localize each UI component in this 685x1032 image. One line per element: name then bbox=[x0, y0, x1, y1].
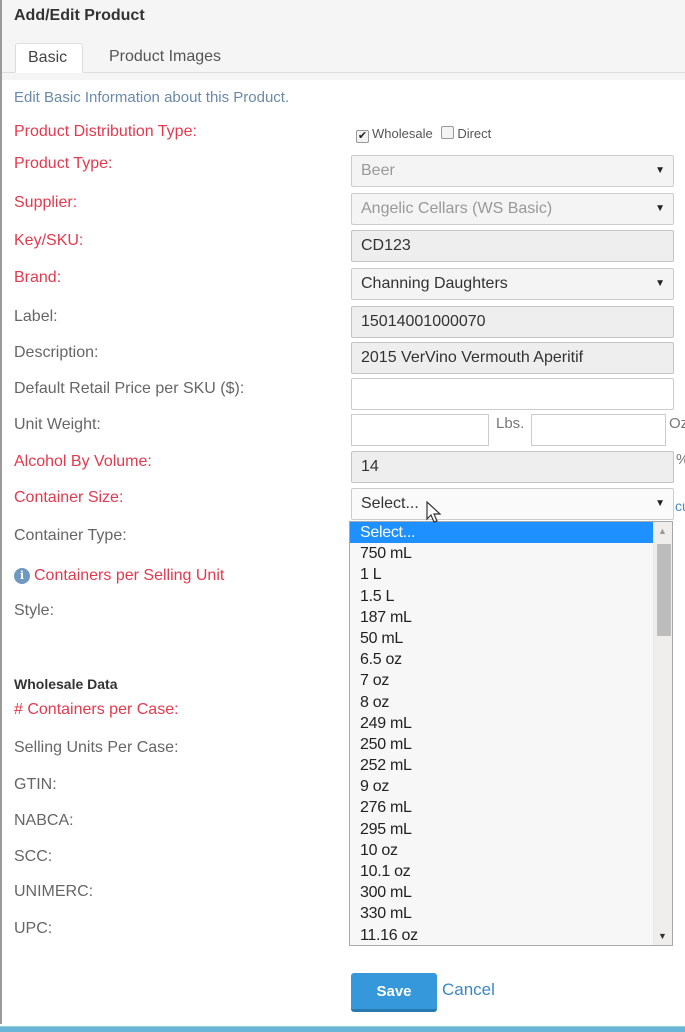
chevron-down-icon: ▼ bbox=[655, 165, 665, 176]
weight-oz-input[interactable] bbox=[531, 414, 666, 446]
footer-bar bbox=[0, 1026, 685, 1032]
chevron-down-icon: ▼ bbox=[655, 203, 665, 214]
container-size-option[interactable]: 187 mL bbox=[350, 607, 654, 628]
label-unit-weight: Unit Weight: bbox=[14, 416, 101, 433]
container-size-options: Select... 750 mL 1 L 1.5 L 187 mL 50 mL 6.5 oz… bbox=[350, 522, 654, 945]
label-product-type: Product Type: bbox=[14, 155, 113, 172]
label-distribution-type: Product Distribution Type: bbox=[14, 123, 197, 140]
container-size-option[interactable]: Select... bbox=[350, 522, 654, 544]
container-size-value: Select... bbox=[361, 495, 419, 512]
abv-input[interactable]: 14 bbox=[351, 451, 674, 483]
product-dialog: Add/Edit Product Basic Product Images Ed… bbox=[0, 0, 685, 1024]
container-size-select[interactable]: Select... ▼ bbox=[351, 488, 674, 520]
brand-select[interactable]: Channing Daughters ▼ bbox=[351, 268, 674, 300]
chevron-down-icon: ▼ bbox=[655, 278, 665, 289]
container-size-option[interactable]: 6.5 oz bbox=[350, 649, 654, 670]
tab-basic[interactable]: Basic bbox=[15, 43, 83, 73]
container-size-dropdown[interactable]: Select... 750 mL 1 L 1.5 L 187 mL 50 mL 6.5 oz… bbox=[349, 521, 673, 946]
label-sku: Key/SKU: bbox=[14, 232, 84, 249]
container-size-option[interactable]: 8 oz bbox=[350, 692, 654, 713]
container-size-option[interactable]: 295 mL bbox=[350, 819, 654, 840]
label-container-size: Container Size: bbox=[14, 489, 124, 506]
product-type-value: Beer bbox=[361, 162, 395, 179]
label-container-type: Container Type: bbox=[14, 527, 127, 544]
container-size-option[interactable]: 330 mL bbox=[350, 903, 654, 924]
container-size-option[interactable]: 7 oz bbox=[350, 670, 654, 691]
label-unimerc: UNIMERC: bbox=[14, 883, 94, 900]
cancel-link[interactable]: Cancel bbox=[442, 980, 495, 1000]
label-supplier: Supplier: bbox=[14, 194, 78, 211]
label-upc: UPC: bbox=[14, 920, 53, 937]
save-button[interactable]: Save bbox=[351, 973, 437, 1012]
brand-value: Channing Daughters bbox=[361, 275, 508, 292]
wholesale-checkbox[interactable]: ✔ bbox=[356, 130, 369, 143]
label-containers-per-unit: i Containers per Selling Unit bbox=[14, 567, 224, 585]
lbs-unit: Lbs. bbox=[496, 415, 525, 432]
container-size-option[interactable]: 276 mL bbox=[350, 797, 654, 818]
label-retail-price: Default Retail Price per SKU ($): bbox=[14, 380, 245, 397]
supplier-value: Angelic Cellars (WS Basic) bbox=[361, 200, 553, 217]
container-size-option[interactable]: 50 mL bbox=[350, 628, 654, 649]
label-label: Label: bbox=[14, 308, 58, 325]
label-input[interactable]: 15014001000070 bbox=[351, 306, 674, 338]
container-size-option[interactable]: 252 mL bbox=[350, 755, 654, 776]
tab-product-images[interactable]: Product Images bbox=[97, 43, 233, 73]
wholesale-label: Wholesale bbox=[372, 126, 433, 141]
intro-text: Edit Basic Information about this Produc… bbox=[14, 89, 290, 106]
label-style: Style: bbox=[14, 602, 55, 619]
label-scc: SCC: bbox=[14, 848, 53, 865]
container-size-option[interactable]: 1.5 L bbox=[350, 586, 654, 607]
label-gtin: GTIN: bbox=[14, 776, 57, 793]
container-size-option[interactable]: 9 oz bbox=[350, 776, 654, 797]
label-abv: Alcohol By Volume: bbox=[14, 453, 152, 470]
info-icon[interactable]: i bbox=[14, 568, 30, 584]
container-size-option[interactable]: 11.16 oz bbox=[350, 925, 654, 945]
oz-unit: Oz bbox=[669, 415, 685, 432]
percent-unit: % bbox=[676, 451, 685, 468]
direct-label: Direct bbox=[457, 126, 492, 141]
dropdown-scrollbar[interactable]: ▲ ▼ bbox=[653, 522, 672, 945]
label-nabca: NABCA: bbox=[14, 812, 74, 829]
sku-input[interactable]: CD123 bbox=[351, 230, 674, 262]
scrollbar-thumb[interactable] bbox=[657, 544, 671, 636]
weight-lbs-input[interactable] bbox=[351, 414, 489, 446]
label-description: Description: bbox=[14, 344, 99, 361]
chevron-down-icon: ▼ bbox=[655, 498, 665, 509]
container-size-option[interactable]: 249 mL bbox=[350, 713, 654, 734]
container-size-option[interactable]: 300 mL bbox=[350, 882, 654, 903]
product-type-select[interactable]: Beer ▼ bbox=[351, 155, 674, 187]
container-size-option[interactable]: 10.1 oz bbox=[350, 861, 654, 882]
scroll-up-icon[interactable]: ▲ bbox=[658, 526, 667, 536]
scroll-down-icon[interactable]: ▼ bbox=[658, 931, 667, 941]
label-selling-units-per-case: Selling Units Per Case: bbox=[14, 739, 179, 756]
container-size-option[interactable]: 1 L bbox=[350, 564, 654, 585]
distribution-type-group: ✔ Wholesale Direct bbox=[356, 126, 491, 143]
dialog-header: Add/Edit Product Basic Product Images bbox=[2, 0, 685, 80]
description-input[interactable]: 2015 VerVino Vermouth Aperitif bbox=[351, 342, 674, 374]
supplier-select[interactable]: Angelic Cellars (WS Basic) ▼ bbox=[351, 193, 674, 225]
label-brand: Brand: bbox=[14, 269, 62, 286]
section-wholesale-data: Wholesale Data bbox=[14, 676, 118, 692]
container-size-option[interactable]: 750 mL bbox=[350, 543, 654, 564]
mouse-cursor-icon bbox=[426, 501, 442, 523]
container-size-option[interactable]: 10 oz bbox=[350, 840, 654, 861]
direct-checkbox[interactable] bbox=[441, 126, 455, 139]
container-size-link[interactable]: cu bbox=[675, 498, 685, 514]
retail-price-input[interactable] bbox=[351, 378, 674, 410]
dialog-title: Add/Edit Product bbox=[14, 7, 145, 24]
label-containers-per-case: # Containers per Case: bbox=[14, 701, 179, 718]
container-size-option[interactable]: 250 mL bbox=[350, 734, 654, 755]
label-containers-per-unit-text: Containers per Selling Unit bbox=[34, 567, 225, 584]
